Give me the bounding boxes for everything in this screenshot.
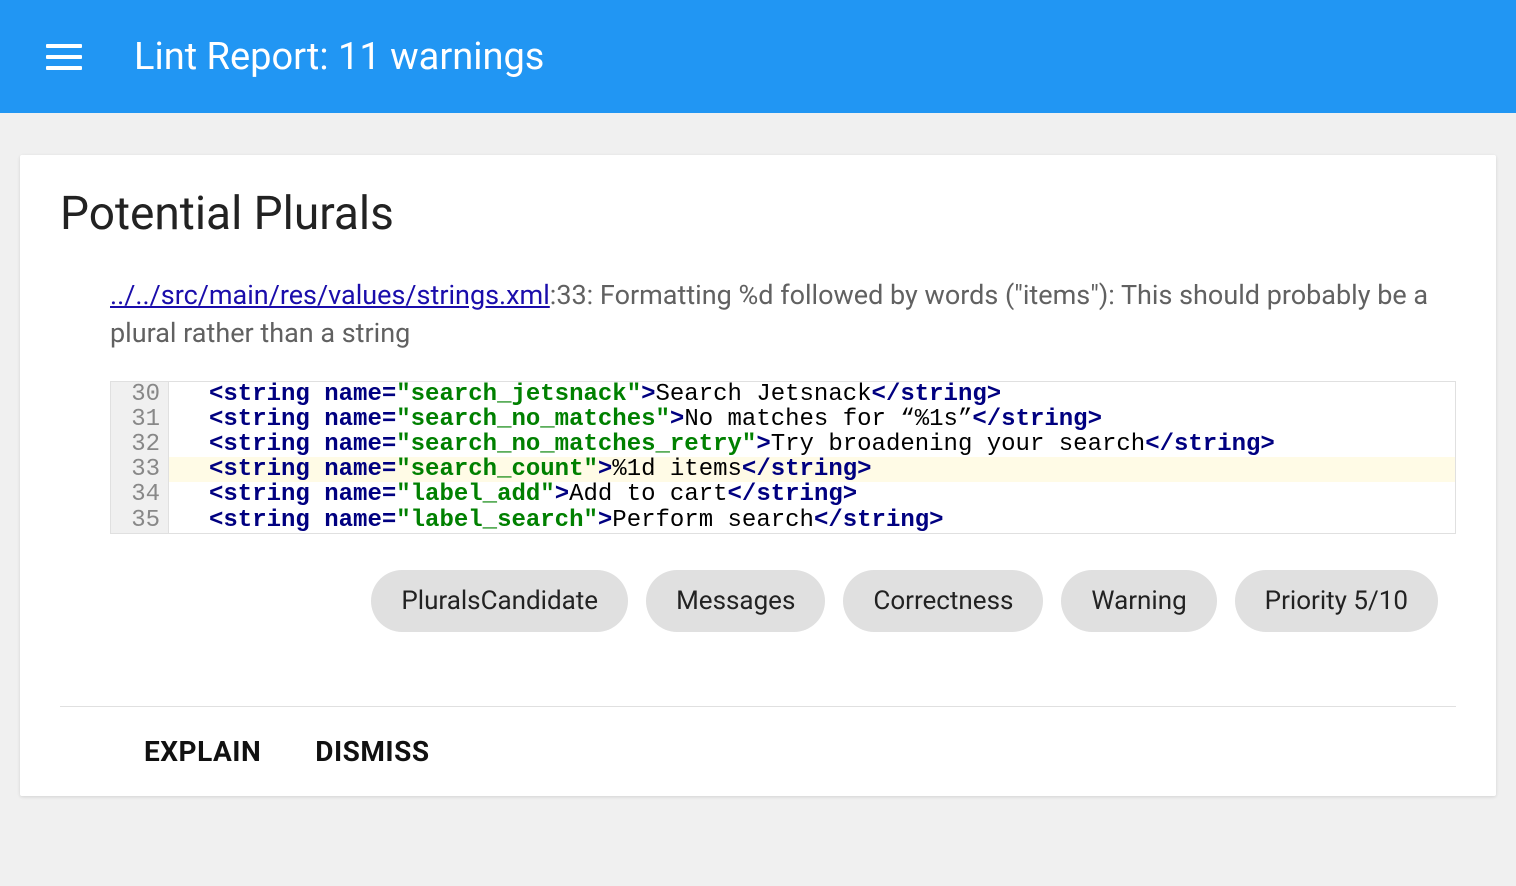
code-line: 35<string name="label_search">Perform se… bbox=[111, 508, 1455, 533]
page-title: Lint Report: 11 warnings bbox=[134, 35, 544, 79]
chip[interactable]: Priority 5/10 bbox=[1235, 570, 1438, 632]
code-content: <string name="label_search">Perform sear… bbox=[169, 508, 1455, 533]
chip[interactable]: Correctness bbox=[843, 570, 1043, 632]
code-line: 32<string name="search_no_matches_retry"… bbox=[111, 432, 1455, 457]
line-number: 35 bbox=[111, 508, 169, 533]
line-ref: :33: bbox=[550, 279, 593, 311]
line-number: 32 bbox=[111, 432, 169, 457]
chip-row: PluralsCandidate Messages Correctness Warni… bbox=[60, 564, 1456, 706]
code-content: <string name="search_no_matches_retry">T… bbox=[169, 432, 1455, 457]
code-content: <string name="label_add">Add to cart</st… bbox=[169, 482, 1455, 507]
dismiss-button[interactable]: DISMISS bbox=[315, 735, 429, 768]
code-line: 31<string name="search_no_matches">No ma… bbox=[111, 407, 1455, 432]
chip[interactable]: Messages bbox=[646, 570, 825, 632]
app-bar: Lint Report: 11 warnings bbox=[0, 0, 1516, 113]
code-content: <string name="search_count">%1d items</s… bbox=[169, 457, 1455, 482]
line-number: 30 bbox=[111, 382, 169, 407]
line-number: 34 bbox=[111, 482, 169, 507]
menu-icon[interactable] bbox=[46, 39, 82, 75]
line-number: 33 bbox=[111, 457, 169, 482]
code-content: <string name="search_no_matches">No matc… bbox=[169, 407, 1455, 432]
content: Potential Plurals ../../src/main/res/val… bbox=[0, 113, 1516, 796]
code-line: 30<string name="search_jetsnack">Search … bbox=[111, 382, 1455, 407]
issue-description: ../../src/main/res/values/strings.xml:33… bbox=[110, 277, 1456, 353]
card-actions: EXPLAIN DISMISS bbox=[60, 706, 1456, 796]
code-content: <string name="search_jetsnack">Search Je… bbox=[169, 382, 1455, 407]
chip[interactable]: Warning bbox=[1061, 570, 1216, 632]
issue-card: Potential Plurals ../../src/main/res/val… bbox=[20, 155, 1496, 796]
chip[interactable]: PluralsCandidate bbox=[371, 570, 628, 632]
code-snippet: 30<string name="search_jetsnack">Search … bbox=[110, 381, 1456, 534]
issue-title: Potential Plurals bbox=[60, 187, 1456, 241]
explain-button[interactable]: EXPLAIN bbox=[144, 735, 261, 768]
line-number: 31 bbox=[111, 407, 169, 432]
code-line: 33<string name="search_count">%1d items<… bbox=[111, 457, 1455, 482]
file-link[interactable]: ../../src/main/res/values/strings.xml bbox=[110, 279, 550, 311]
code-line: 34<string name="label_add">Add to cart</… bbox=[111, 482, 1455, 507]
